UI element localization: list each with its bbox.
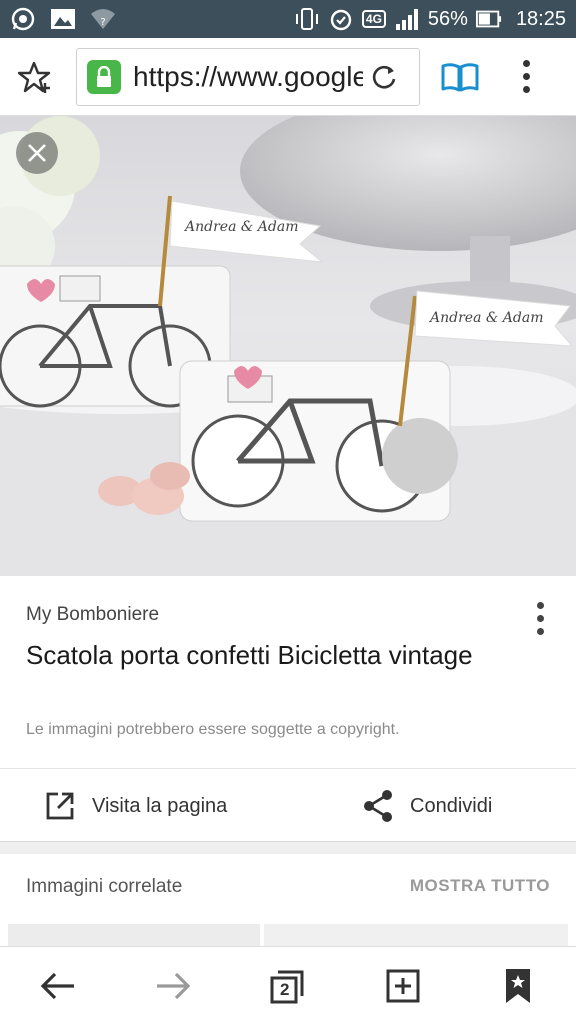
related-thumbnail[interactable]	[264, 924, 568, 946]
image-info-card: My Bomboniere Scatola porta confetti Bic…	[0, 576, 576, 842]
tab-count: 2	[279, 979, 290, 999]
battery-icon	[475, 6, 502, 32]
reload-icon[interactable]	[369, 62, 399, 92]
signal-icon	[394, 6, 420, 32]
share-button[interactable]: Condividi	[360, 786, 492, 826]
alarm-icon	[328, 6, 354, 32]
copyright-note: Le immagini potrebbero essere soggette a…	[26, 721, 400, 738]
related-thumbnail[interactable]	[8, 924, 260, 946]
whatsapp-icon	[10, 6, 36, 32]
open-in-new-icon	[42, 788, 78, 824]
network-badge: 4G	[361, 10, 386, 28]
related-images-title: Immagini correlate	[26, 876, 183, 897]
wifi-icon: ?	[90, 6, 116, 32]
clock: 18:25	[515, 7, 566, 30]
new-tab-icon[interactable]	[375, 958, 431, 1014]
share-label: Condividi	[410, 794, 493, 817]
star-add-icon[interactable]	[14, 55, 58, 99]
source-site[interactable]: My Bomboniere	[26, 604, 159, 626]
visit-page-button[interactable]: Visita la pagina	[42, 786, 227, 826]
bookmark-icon[interactable]	[490, 958, 546, 1014]
browser-toolbar: https://www.google.it/imgres	[0, 38, 576, 116]
url-text[interactable]: https://www.google.it/imgres	[133, 61, 363, 93]
gallery-icon	[50, 6, 76, 32]
svg-text:?: ?	[100, 17, 105, 28]
svg-text:Andrea & Adam: Andrea & Adam	[183, 219, 298, 235]
more-vert-icon[interactable]	[516, 60, 536, 93]
status-bar: ? 4G 56% 18:25	[0, 0, 576, 38]
url-bar[interactable]: https://www.google.it/imgres	[76, 47, 420, 106]
divider	[0, 768, 576, 769]
show-all-button[interactable]: MOSTRA TUTTO	[410, 876, 550, 896]
bicycle-favor-boxes-illustration: Andrea & Adam Andrea & Adam	[0, 116, 576, 576]
bottom-nav: 2	[0, 946, 576, 1024]
visit-page-label: Visita la pagina	[92, 794, 228, 817]
reader-mode-icon[interactable]	[438, 55, 482, 99]
back-arrow-icon[interactable]	[30, 958, 86, 1014]
share-icon	[360, 788, 396, 824]
tabs-icon[interactable]: 2	[260, 958, 316, 1014]
battery-percent: 56%	[427, 7, 468, 30]
more-vert-icon[interactable]	[537, 602, 544, 635]
svg-text:Andrea & Adam: Andrea & Adam	[428, 310, 543, 326]
image-title[interactable]: Scatola porta confetti Bicicletta vintag…	[26, 636, 506, 674]
close-icon[interactable]	[16, 132, 58, 174]
preview-image[interactable]: Andrea & Adam Andrea & Adam	[0, 116, 576, 576]
vibrate-icon	[294, 6, 320, 32]
lock-icon	[87, 59, 121, 94]
related-images-section: Immagini correlate MOSTRA TUTTO	[0, 854, 576, 946]
forward-arrow-icon[interactable]	[145, 958, 201, 1014]
